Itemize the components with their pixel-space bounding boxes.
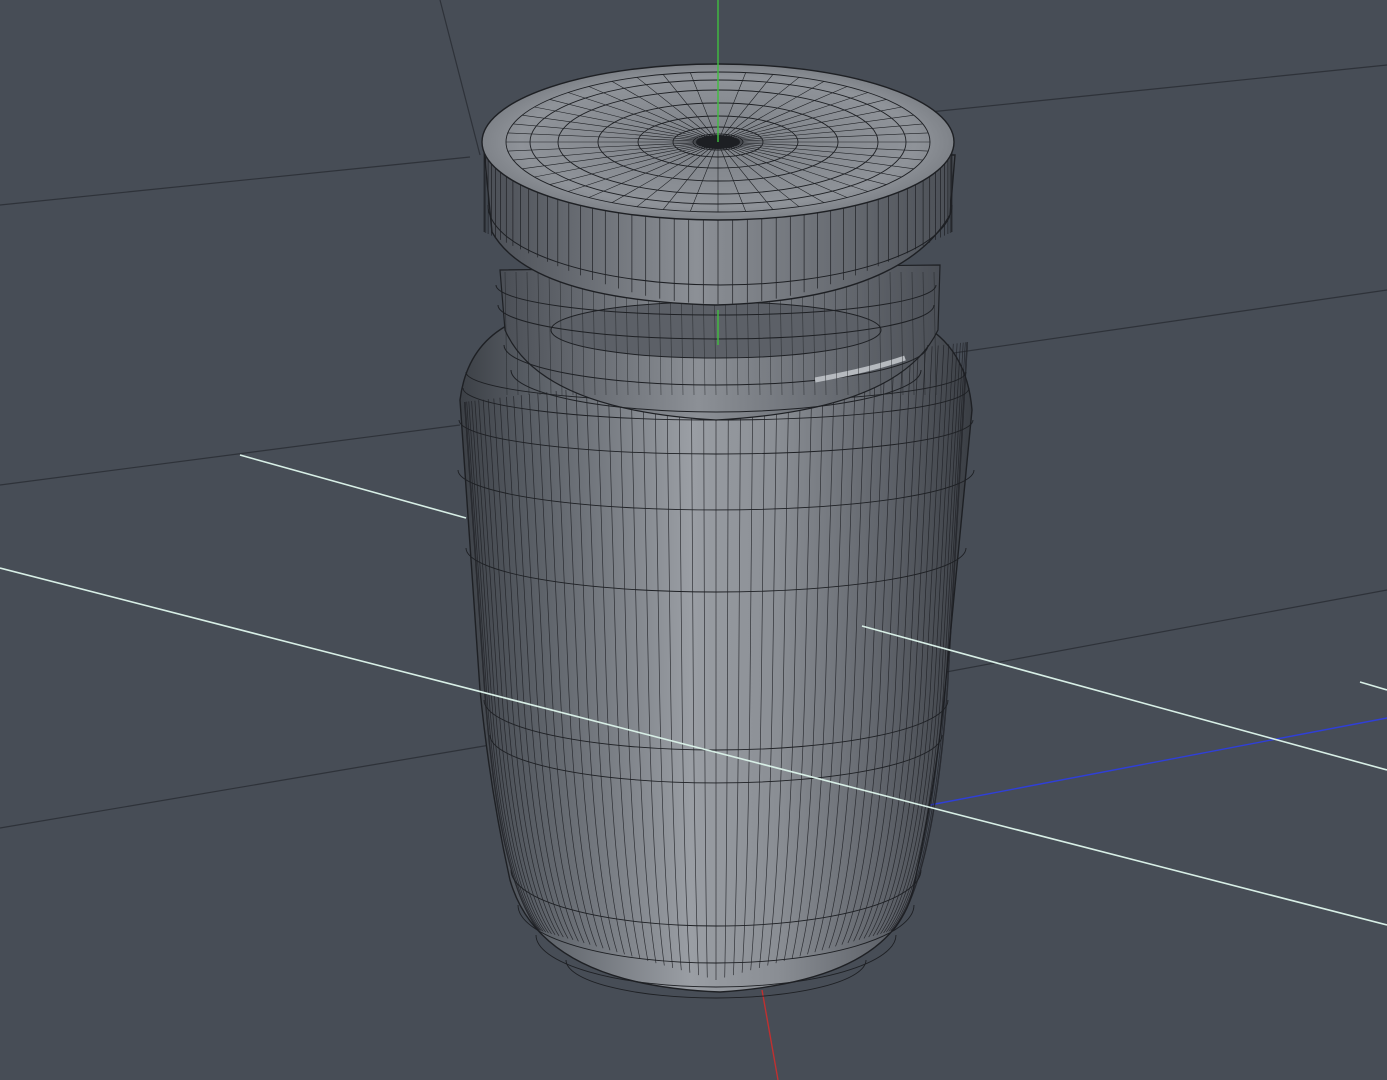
grid-line <box>939 289 1387 356</box>
x-axis-segment <box>761 989 779 1080</box>
grid-line <box>439 0 481 156</box>
light-guide-line <box>239 454 467 519</box>
grid-line <box>929 64 1387 113</box>
jar-mesh <box>457 63 975 999</box>
grid-line <box>929 589 1387 676</box>
z-axis-segment <box>929 717 1387 806</box>
grid-line <box>0 424 461 486</box>
light-guide-line <box>1359 681 1387 691</box>
viewport-canvas[interactable] <box>0 0 1387 1080</box>
x-axis-line <box>761 989 779 1080</box>
grid-line <box>0 156 471 206</box>
z-axis-line <box>929 717 1387 806</box>
grid-line <box>0 744 491 829</box>
3d-viewport[interactable] <box>0 0 1387 1080</box>
